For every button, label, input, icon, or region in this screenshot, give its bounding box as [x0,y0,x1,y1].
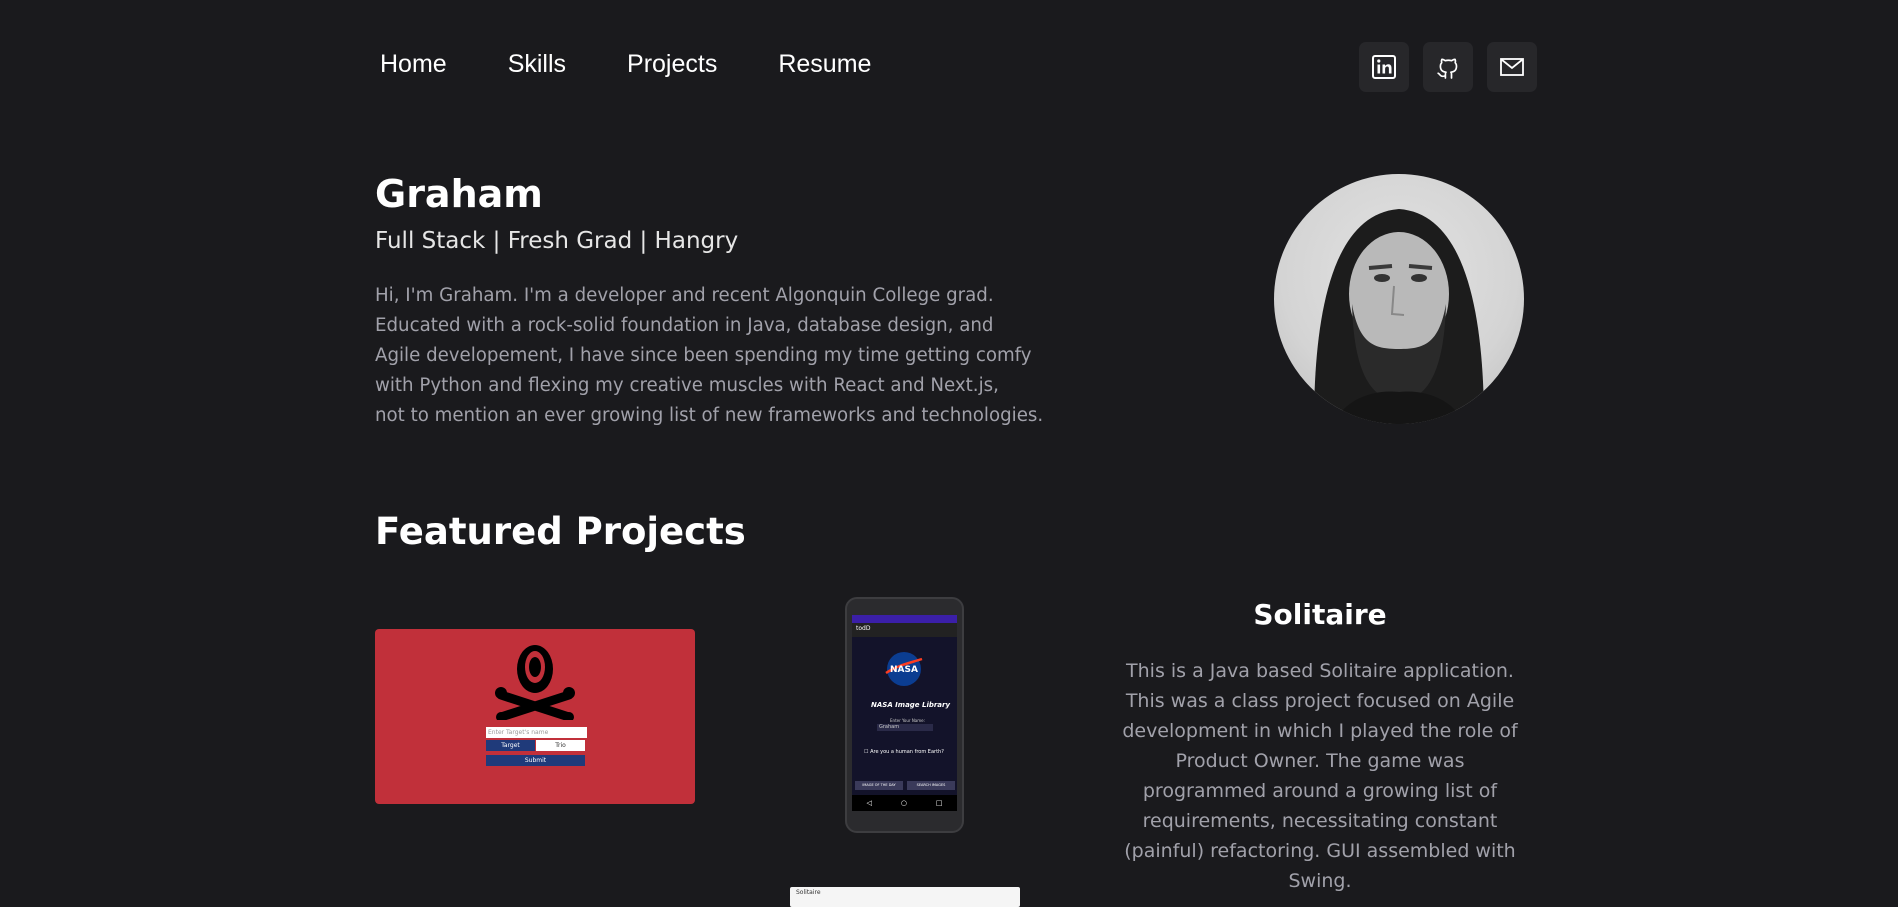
solitaire-window-title: Solitaire [796,889,821,896]
nav-resume[interactable]: Resume [778,50,871,79]
home-icon: ○ [900,799,907,807]
project-thumbnail-nasa[interactable]: todD NASA NASA Image Library Enter Your … [845,597,964,833]
hero-tagline: Full Stack | Fresh Grad | Hangry [375,228,739,254]
nav-skills[interactable]: Skills [508,50,566,79]
hero-bio: Hi, I'm Graham. I'm a developer and rece… [375,281,1095,431]
linkedin-icon [1372,55,1396,79]
portrait-image [1314,209,1484,424]
image-of-day-button[interactable]: IMAGE OF THE DAY [855,781,903,790]
bio-line: with Python and flexing my creative musc… [375,375,999,396]
project-thumbnail-target[interactable]: Enter Target's name Target Trio Submit [375,629,695,804]
mail-icon [1500,58,1524,76]
main-nav: Home Skills Projects Resume [380,50,871,79]
bio-line: Educated with a rock-solid foundation in… [375,315,994,336]
app-title: NASA Image Library [871,701,951,709]
name-input[interactable]: Graham [877,724,933,731]
target-name-input[interactable]: Enter Target's name [486,727,587,738]
app-name: todD [856,625,871,632]
github-icon [1437,58,1458,79]
email-button[interactable] [1487,42,1537,92]
skull-crossbones-icon [495,645,575,720]
bio-line: Hi, I'm Graham. I'm a developer and rece… [375,285,994,306]
android-nav-bar: ◁ ○ □ [852,795,957,811]
hero-name: Graham [375,172,543,216]
github-button[interactable] [1423,42,1473,92]
project-title: Solitaire [1253,598,1387,631]
name-label: Enter Your Name: [890,718,925,723]
avatar [1274,174,1524,424]
nav-home[interactable]: Home [380,50,447,79]
linkedin-button[interactable] [1359,42,1409,92]
submit-button[interactable]: Submit [486,755,585,766]
trio-button[interactable]: Trio [536,740,585,751]
svg-text:NASA: NASA [890,665,918,675]
recents-icon: □ [935,799,943,807]
social-links [1359,42,1537,92]
human-checkbox[interactable]: ☐ Are you a human from Earth? [864,749,944,755]
phone-screen: todD NASA NASA Image Library Enter Your … [852,615,957,811]
featured-projects-title: Featured Projects [375,510,746,553]
search-images-button[interactable]: SEARCH IMAGES [907,781,955,790]
nasa-logo-icon: NASA [885,652,923,686]
project-thumbnail-solitaire[interactable]: Solitaire [790,887,1020,907]
project-description: This is a Java based Solitaire applicati… [1122,660,1518,892]
checkbox-label: Are you a human from Earth? [870,749,944,755]
bio-line: not to mention an ever growing list of n… [375,405,1044,426]
nav-projects[interactable]: Projects [627,50,717,79]
back-icon: ◁ [866,799,872,807]
target-button[interactable]: Target [486,740,535,751]
bio-line: Agile developement, I have since been sp… [375,345,1032,366]
